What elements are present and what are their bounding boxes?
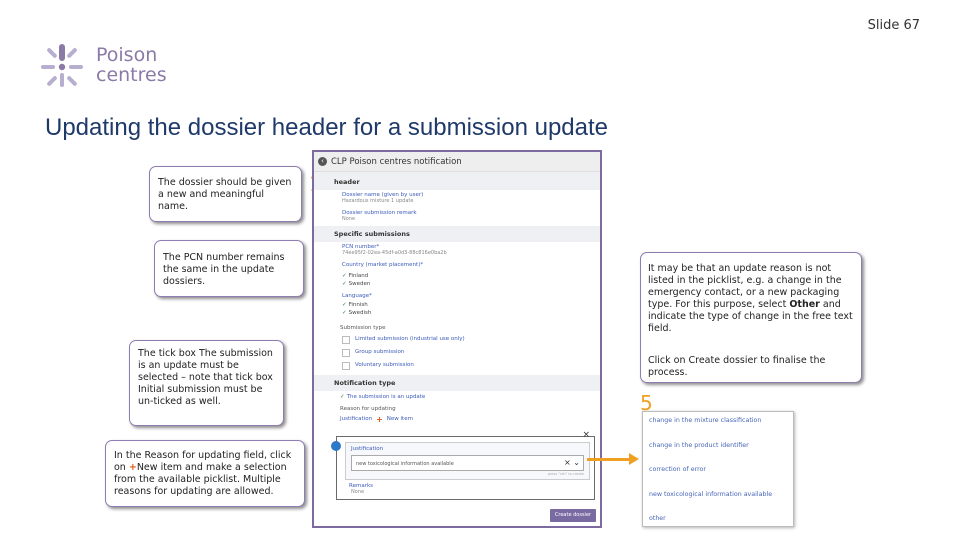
- picklist-option[interactable]: other: [643, 510, 793, 535]
- callout-dossier-name: The dossier should be given a new and me…: [149, 166, 302, 222]
- logo-text: Poison centres: [96, 45, 167, 85]
- pcn-value: 74ee95f2-02ea-45df-a0d3-88c816e0ba2b: [342, 250, 447, 256]
- checkbox[interactable]: [342, 348, 350, 357]
- remarks-value[interactable]: None: [351, 489, 594, 495]
- country-item[interactable]: ✓ Finland: [314, 272, 600, 280]
- callout-text-part: New item and make a selection from the a…: [114, 462, 287, 497]
- remark-field[interactable]: Dossier submission remark None: [314, 208, 600, 222]
- check-icon: ✓: [342, 302, 347, 308]
- justification-select-value: new toxicological information available: [356, 461, 454, 467]
- submission-type-option[interactable]: Limited submission (industrial use only): [314, 333, 600, 346]
- language-item[interactable]: ✓ Swedish: [314, 309, 600, 317]
- slide-number: Slide 67: [867, 18, 920, 33]
- notification-form-panel: ‹ CLP Poison centres notification header…: [312, 150, 602, 528]
- callout-other-reason: It may be that an update reason is not l…: [640, 252, 862, 383]
- logo-line-2: centres: [96, 64, 167, 86]
- logo-mark-icon: [41, 44, 83, 87]
- submission-type-option[interactable]: Voluntary submission: [314, 359, 600, 372]
- picklist-option[interactable]: new toxicological information available: [643, 486, 793, 511]
- poison-centres-logo: Poison centres: [38, 42, 178, 92]
- close-icon[interactable]: ×: [582, 430, 590, 440]
- callout-paragraph: Click on Create dossier to finalise the …: [648, 355, 826, 378]
- dossier-name-value[interactable]: Hazardous mixture 1 update: [342, 198, 572, 204]
- checkbox[interactable]: [342, 361, 350, 370]
- check-icon: ✓: [342, 281, 347, 287]
- country-label: Country (market placement)*: [342, 262, 424, 268]
- justification-label: Justification: [340, 416, 373, 422]
- section-header: header: [314, 172, 600, 190]
- arrow-shaft: [587, 458, 631, 461]
- section-specific-submissions: Specific submissions: [314, 226, 600, 242]
- picklist-option[interactable]: correction of error: [643, 461, 793, 486]
- callout-paragraph: It may be that an update reason is not l…: [648, 263, 853, 335]
- back-icon[interactable]: ‹: [318, 157, 327, 166]
- check-icon: ✓: [340, 394, 345, 400]
- option-label: Group submission: [355, 349, 405, 355]
- info-icon: [331, 441, 341, 451]
- callout-bold-other: Other: [789, 299, 820, 310]
- justification-block: Justification new toxicological informat…: [345, 442, 590, 480]
- justification-field-label: Justification: [351, 446, 384, 452]
- create-dossier-button[interactable]: Create dossier: [550, 509, 596, 522]
- submission-type-option[interactable]: Group submission: [314, 346, 600, 359]
- new-item-link[interactable]: New item: [387, 414, 413, 425]
- submission-type-label: Submission type: [340, 325, 386, 331]
- callout-pcn-number: The PCN number remains the same in the u…: [154, 240, 304, 297]
- form-header-bar: ‹ CLP Poison centres notification: [314, 152, 600, 172]
- callout-update-tickbox: The tick box The submission is an update…: [129, 340, 284, 426]
- plus-icon: +: [128, 462, 137, 473]
- option-label: Voluntary submission: [355, 362, 414, 368]
- pcn-number-field: PCN number* 74ee95f2-02ea-45df-a0d3-88c8…: [314, 242, 600, 256]
- arrow-head-icon: [629, 453, 639, 465]
- page-title: Updating the dossier header for a submis…: [45, 114, 609, 141]
- select-clear-and-chevron-icon[interactable]: × ⌄: [564, 458, 580, 467]
- option-label: Limited submission (industrial use only): [355, 336, 465, 342]
- check-icon: ✓: [342, 273, 347, 279]
- remark-value[interactable]: None: [342, 216, 572, 222]
- country-name: Finland: [348, 273, 369, 279]
- dossier-name-field[interactable]: Dossier name (given by user) Hazardous m…: [314, 190, 600, 204]
- country-field[interactable]: Country (market placement)*: [314, 260, 600, 272]
- language-field[interactable]: Language*: [314, 288, 600, 301]
- justification-row: Justification + New item: [314, 414, 600, 425]
- language-item[interactable]: ✓ Finnish: [314, 301, 600, 309]
- plus-icon[interactable]: +: [376, 414, 383, 425]
- update-checkbox[interactable]: ✓ The submission is an update: [314, 391, 600, 403]
- country-item[interactable]: ✓ Sweden: [314, 280, 600, 288]
- reason-label: Reason for updating: [340, 406, 396, 412]
- slide: Slide 67 Poison centres Updating the dos…: [0, 0, 960, 540]
- justification-select[interactable]: new toxicological information available …: [351, 455, 584, 471]
- logo-line-1: Poison: [96, 44, 158, 66]
- reason-item-box: × Justification new toxicological inform…: [331, 430, 595, 500]
- picklist-option[interactable]: change in the mixture classification: [643, 412, 793, 437]
- form-title: CLP Poison centres notification: [331, 156, 462, 167]
- callout-reason-for-updating: In the Reason for updating field, click …: [105, 440, 305, 507]
- language-name: Swedish: [348, 310, 372, 316]
- language-label: Language*: [342, 293, 372, 299]
- picklist-option[interactable]: change in the product identifier: [643, 437, 793, 462]
- country-name: Sweden: [348, 281, 371, 287]
- select-hint: press "ctrl" to create: [547, 472, 584, 476]
- reason-picklist: change in the mixture classification cha…: [642, 411, 794, 527]
- section-notification-type: Notification type: [314, 375, 600, 391]
- update-checkbox-label: The submission is an update: [346, 394, 426, 400]
- checkbox[interactable]: [342, 335, 350, 344]
- language-name: Finnish: [348, 302, 368, 308]
- check-icon: ✓: [342, 310, 347, 316]
